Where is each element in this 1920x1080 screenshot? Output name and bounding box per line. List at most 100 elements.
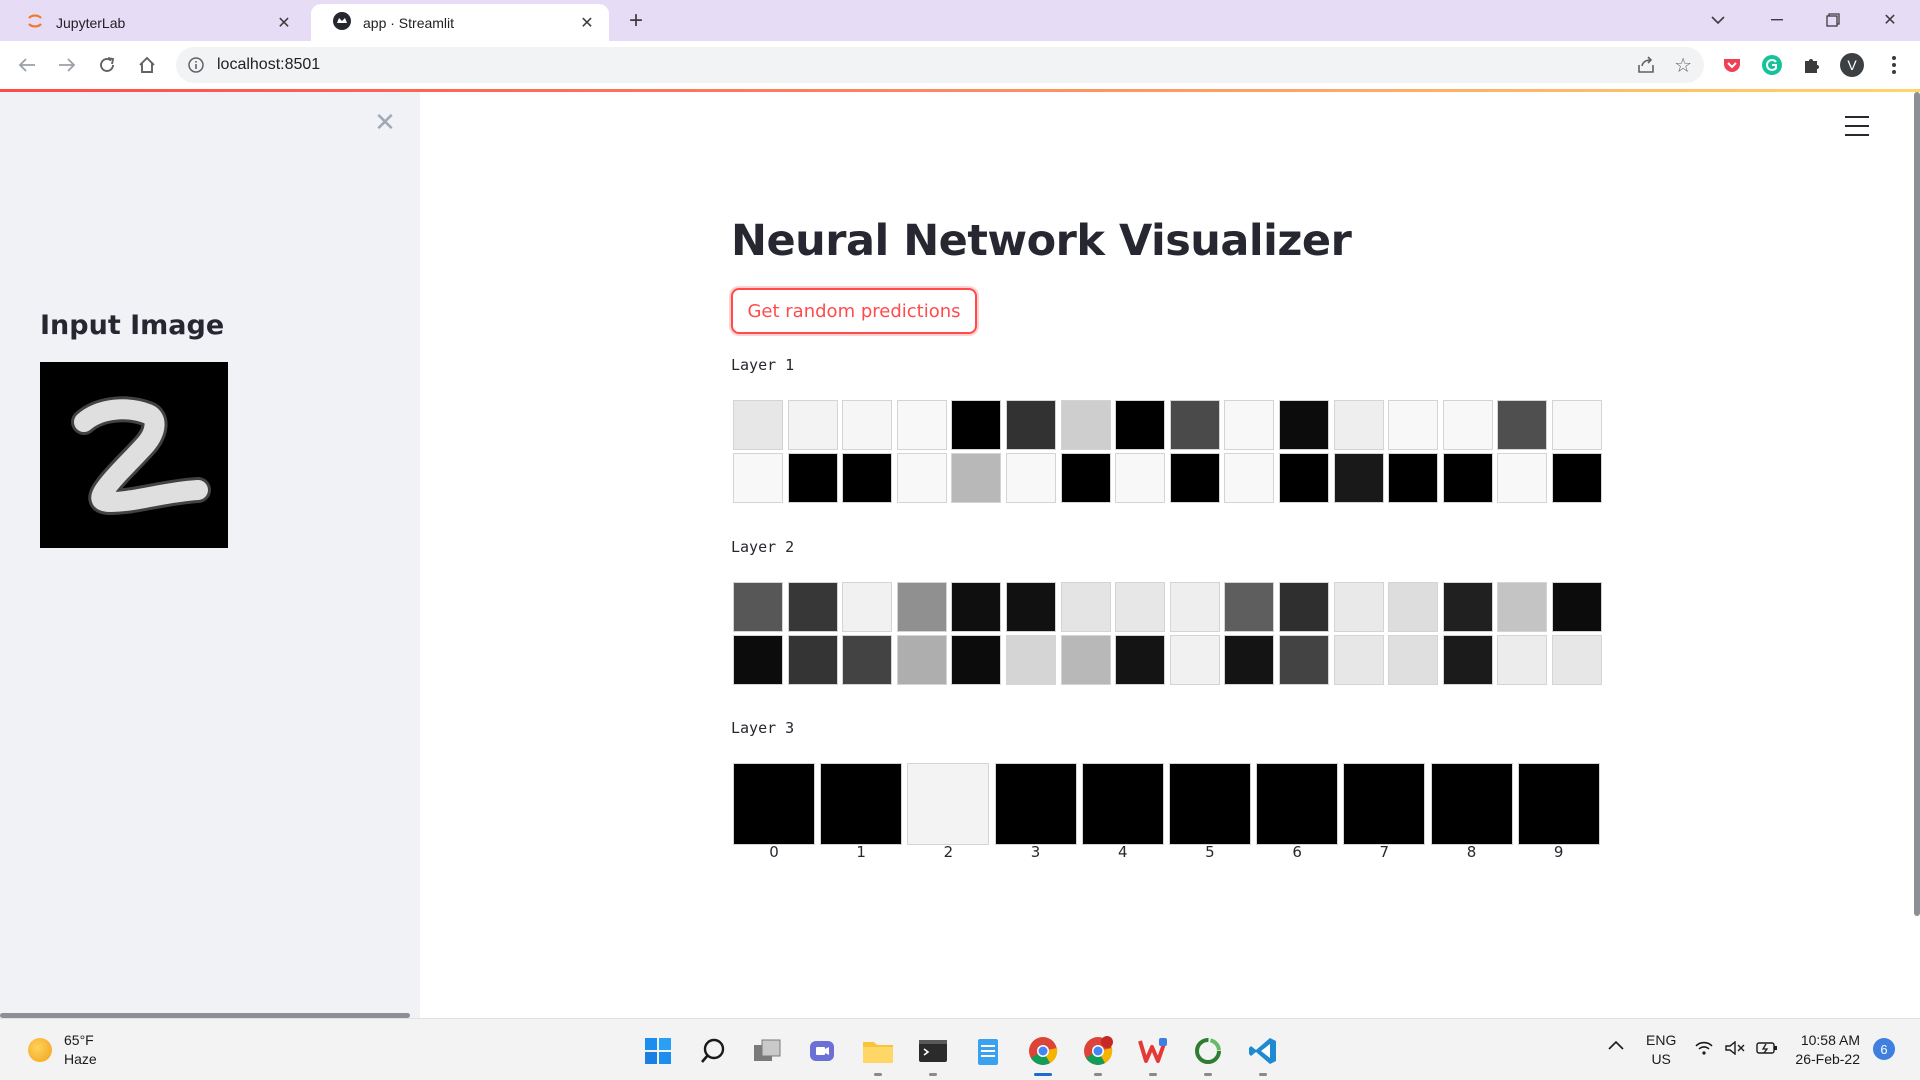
layer-3-neuron-cell <box>820 763 903 845</box>
task-view-icon[interactable] <box>751 1034 785 1068</box>
layer-2-neuron-cell <box>1224 635 1275 685</box>
layer-3-neuron-cell <box>907 763 990 845</box>
battery-charging-icon[interactable] <box>1756 1041 1778 1058</box>
vertical-scrollbar[interactable] <box>1914 92 1920 916</box>
layer-2-neuron-cell <box>951 635 1002 685</box>
layer-1-label: Layer 1 <box>731 356 795 374</box>
layer-1-neuron-cell <box>1497 400 1548 450</box>
weather-description: Haze <box>64 1051 97 1067</box>
new-tab-plus-icon[interactable]: + <box>624 7 648 34</box>
layer-2-neuron-cell <box>787 582 838 632</box>
weather-temperature: 65°F <box>64 1032 94 1048</box>
notepad-icon[interactable] <box>971 1034 1005 1068</box>
tab-search-chevron-icon[interactable] <box>1703 5 1733 35</box>
show-hidden-icons-chevron-icon[interactable] <box>1608 1037 1624 1053</box>
tab-streamlit[interactable]: app · Streamlit ✕ <box>311 4 609 41</box>
loading-ring-app-icon[interactable] <box>1191 1034 1225 1076</box>
hamburger-menu-icon[interactable] <box>1845 116 1869 136</box>
site-info-icon[interactable] <box>186 55 206 75</box>
teams-chat-icon[interactable] <box>806 1034 840 1068</box>
layer-3-neuron-cell <box>1081 763 1164 845</box>
layer-2-neuron-cell <box>1169 635 1220 685</box>
profile-initial: V <box>1847 57 1857 73</box>
tab-jupyterlab[interactable]: JupyterLab ✕ <box>4 4 306 41</box>
layer-2-neuron-cell <box>1388 582 1439 632</box>
layer-2-neuron-cell <box>1497 582 1548 632</box>
windows-taskbar: 65°F Haze ENG US 10:58 AM 26-Feb-22 6 <box>0 1018 1920 1080</box>
layer-2-neuron-cell <box>1278 582 1329 632</box>
share-icon[interactable] <box>1636 55 1656 80</box>
minimize-icon[interactable] <box>1762 5 1792 35</box>
layer-2-neuron-cell <box>1551 635 1602 685</box>
sidebar-close-icon[interactable]: ✕ <box>373 107 397 137</box>
layer-1-neuron-cell <box>842 400 893 450</box>
output-class-label: 0 <box>769 843 779 861</box>
layer-1-neuron-cell <box>1551 400 1602 450</box>
back-arrow-icon[interactable] <box>14 52 40 78</box>
window-close-icon[interactable]: ✕ <box>1875 5 1905 35</box>
profile-avatar[interactable]: V <box>1840 53 1864 77</box>
output-class-label: 4 <box>1117 843 1128 861</box>
address-bar[interactable]: localhost:8501 ☆ <box>176 47 1704 83</box>
file-explorer-icon[interactable] <box>861 1034 895 1076</box>
terminal-icon[interactable] <box>916 1034 950 1076</box>
tab-title: app · Streamlit <box>363 14 455 31</box>
layer-1-neuron-cell <box>1060 453 1111 503</box>
layer-1-neuron-cell <box>1333 400 1384 450</box>
pocket-extension-icon[interactable] <box>1720 53 1744 77</box>
clock[interactable]: 10:58 AM 26-Feb-22 <box>1794 1031 1860 1069</box>
layer-1-neuron-cell <box>896 453 947 503</box>
output-class-label: 8 <box>1466 843 1477 861</box>
layer-2-neuron-cell <box>1005 582 1056 632</box>
layer-2-neuron-cell <box>1278 635 1329 685</box>
language-indicator[interactable]: ENG US <box>1646 1031 1676 1069</box>
more-menu-icon[interactable] <box>1882 53 1906 77</box>
layer-1-neuron-cell <box>1115 400 1166 450</box>
clock-date: 26-Feb-22 <box>1795 1051 1860 1067</box>
wps-office-icon[interactable] <box>1136 1034 1170 1076</box>
chrome-profile-icon[interactable] <box>1081 1034 1115 1076</box>
start-windows-icon[interactable] <box>641 1034 675 1068</box>
output-class-label: 1 <box>856 843 866 861</box>
browser-toolbar: localhost:8501 ☆ V <box>0 41 1920 89</box>
clock-time: 10:58 AM <box>1800 1032 1860 1048</box>
notification-count-badge[interactable]: 6 <box>1873 1038 1895 1060</box>
layer-1-neuron-cell <box>733 453 783 503</box>
layer-2-neuron-cell <box>1442 582 1493 632</box>
layer-1-neuron-cell <box>787 400 838 450</box>
layer-2-label: Layer 2 <box>731 538 795 556</box>
extensions-puzzle-icon[interactable] <box>1800 53 1824 77</box>
layer-3-neuron-cell <box>994 763 1077 845</box>
get-random-predictions-button[interactable]: Get random predictions <box>731 288 977 334</box>
layer-2-neuron-cell <box>842 582 893 632</box>
vscode-icon[interactable] <box>1246 1034 1280 1076</box>
speaker-muted-icon[interactable] <box>1725 1040 1745 1058</box>
layer-1-neuron-cell <box>951 400 1002 450</box>
search-icon[interactable] <box>696 1034 730 1068</box>
output-class-label: 3 <box>1030 843 1041 861</box>
layer-2-neuron-cell <box>1005 635 1056 685</box>
bookmark-star-icon[interactable]: ☆ <box>1674 53 1692 78</box>
jupyter-icon <box>26 12 44 33</box>
home-icon[interactable] <box>134 52 160 78</box>
weather-widget[interactable]: 65°F Haze <box>28 1031 97 1069</box>
layer-2-neuron-cell <box>1551 582 1602 632</box>
layer-2-neuron-cell <box>951 582 1002 632</box>
layer-1-neuron-cell <box>842 453 893 503</box>
wifi-icon[interactable] <box>1695 1041 1713 1058</box>
close-icon[interactable]: ✕ <box>577 13 597 33</box>
layer-2-neuron-cell <box>1060 635 1111 685</box>
restore-icon[interactable] <box>1818 5 1848 35</box>
layer-2-neuron-cell <box>1169 582 1220 632</box>
layer-2-activation-grid <box>733 582 1602 685</box>
output-class-label: 7 <box>1379 843 1390 861</box>
output-class-label: 6 <box>1292 843 1302 861</box>
page-title: Neural Network Visualizer <box>731 216 1352 266</box>
close-icon[interactable]: ✕ <box>274 13 294 33</box>
output-class-label: 2 <box>943 843 954 861</box>
chrome-icon[interactable] <box>1026 1034 1060 1076</box>
grammarly-extension-icon[interactable] <box>1760 53 1784 77</box>
forward-arrow-icon[interactable] <box>54 52 80 78</box>
reload-icon[interactable] <box>94 52 120 78</box>
layer-1-neuron-cell <box>1060 400 1111 450</box>
